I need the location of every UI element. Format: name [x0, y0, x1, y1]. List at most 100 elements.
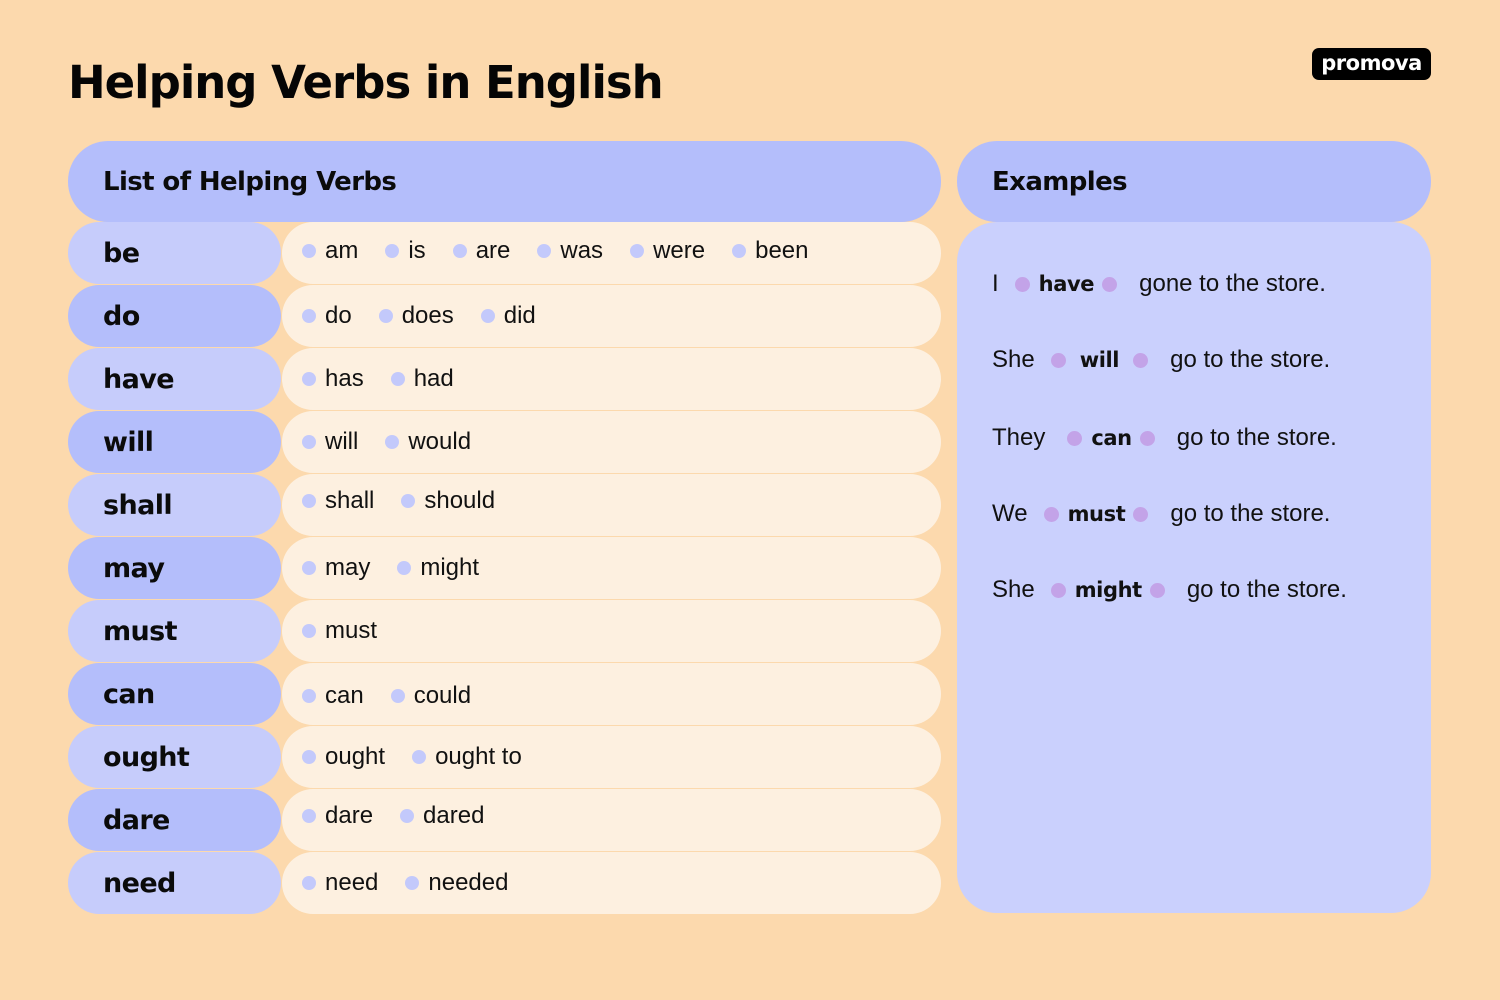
verb-form: will [302, 428, 358, 456]
bullet-dot-icon [1149, 582, 1165, 598]
verb-form-text: can [325, 682, 364, 709]
bullet-dot-icon [378, 309, 393, 323]
example-sentence: We must go to the store. [992, 500, 1330, 528]
bullet-dot-icon [302, 689, 316, 703]
verb-form-text: did [503, 302, 536, 329]
verb-label: have [68, 348, 281, 410]
verb-label: shall [68, 474, 281, 536]
verb-form-text: does [401, 302, 454, 329]
verb-label: will [68, 411, 281, 473]
verb-label: need [68, 852, 281, 914]
verb-form: does [378, 302, 454, 330]
verb-form-text: do [325, 302, 352, 329]
example-sentence: Ihave gone to the store. [992, 270, 1326, 298]
verb-form: are [452, 237, 511, 265]
verb-row: can can could [68, 663, 941, 726]
verb-form-text: been [755, 237, 809, 264]
verb-form: must [302, 617, 377, 645]
promova-logo: promova [1312, 48, 1431, 80]
bullet-dot-icon [302, 435, 316, 449]
verb-form-text: would [408, 428, 472, 455]
bullet-dot-icon [390, 372, 405, 386]
verb-form: has [302, 365, 364, 393]
verb-form-text: are [475, 237, 511, 264]
verb-forms: will would [282, 411, 941, 473]
verb-form-text: am [325, 237, 359, 264]
verb-form: ought [302, 743, 385, 771]
bullet-dot-icon [1043, 506, 1059, 522]
verb-forms: may might [282, 537, 941, 599]
verb-form-text: shall [325, 487, 375, 514]
verb-form: dare [302, 802, 373, 830]
verb-forms: has had [282, 348, 941, 410]
verb-form: were [630, 237, 705, 265]
verb-form-text: dare [325, 802, 374, 829]
verb-form: could [390, 682, 471, 710]
verb-label: be [68, 222, 281, 284]
verb-form-text: were [653, 237, 706, 264]
bullet-dot-icon [1133, 506, 1149, 522]
example-subject: They [992, 424, 1046, 451]
verb-form: shall [302, 487, 374, 515]
verb-form-text: needed [428, 869, 509, 896]
bullet-dot-icon [630, 244, 645, 258]
verb-form: need [302, 869, 378, 897]
verb-row: do do does did [68, 285, 941, 348]
bullet-dot-icon [401, 494, 416, 508]
bullet-dot-icon [302, 244, 316, 258]
verb-form-text: ought to [435, 743, 522, 770]
bullet-dot-icon [537, 244, 552, 258]
bullet-dot-icon [302, 494, 316, 508]
verb-form-text: was [560, 237, 604, 264]
bullet-dot-icon [1102, 276, 1118, 292]
page-title: Helping Verbs in English [68, 56, 664, 109]
verb-row: shall shall should [68, 474, 941, 537]
bullet-dot-icon [1014, 276, 1030, 292]
example-verb: have [1038, 272, 1095, 296]
example-subject: I [992, 270, 999, 297]
verb-forms: shall should [282, 474, 941, 536]
verb-row: dare dare dared [68, 789, 941, 852]
verb-forms: dare dared [282, 789, 941, 851]
verb-form: had [390, 365, 454, 393]
verb-form: may [302, 554, 370, 582]
bullet-dot-icon [400, 809, 415, 823]
verb-form-text: should [424, 487, 496, 514]
verb-form-text: is [408, 237, 426, 264]
example-subject: She [992, 576, 1035, 603]
bullet-dot-icon [405, 876, 420, 890]
bullet-dot-icon [412, 750, 427, 764]
verb-form: do [302, 302, 352, 330]
verb-form: ought to [412, 743, 522, 771]
bullet-dot-icon [302, 372, 316, 386]
bullet-dot-icon [397, 561, 412, 575]
example-sentence: They can go to the store. [992, 424, 1337, 452]
verb-form: am [302, 237, 358, 265]
example-verb: must [1067, 502, 1126, 526]
bullet-dot-icon [1133, 352, 1149, 368]
verb-form-text: has [325, 365, 364, 392]
verb-form: might [397, 554, 479, 582]
example-rest: go to the store. [1170, 346, 1331, 373]
verb-forms: can could [282, 663, 941, 725]
verb-row: may may might [68, 537, 941, 600]
bullet-dot-icon [1067, 430, 1083, 446]
verb-forms: ought ought to [282, 726, 941, 788]
example-rest: go to the store. [1176, 424, 1337, 451]
example-sentence: She might go to the store. [992, 576, 1347, 604]
verb-form-text: may [325, 554, 371, 581]
verb-label: do [68, 285, 281, 347]
verb-form: dared [400, 802, 484, 830]
verb-forms: must [282, 600, 941, 662]
verb-form: did [480, 302, 536, 330]
example-rest: gone to the store. [1139, 270, 1326, 297]
helping-verbs-list: be am is are was were been do do does did have has ha… [68, 222, 941, 915]
bullet-dot-icon [302, 876, 316, 890]
bullet-dot-icon [732, 244, 747, 258]
verb-form-text: ought [325, 743, 386, 770]
verb-forms: need needed [282, 852, 941, 914]
verb-row: ought ought ought to [68, 726, 941, 789]
bullet-dot-icon [385, 435, 400, 449]
verb-row: will will would [68, 411, 941, 474]
verb-form: is [385, 237, 426, 265]
